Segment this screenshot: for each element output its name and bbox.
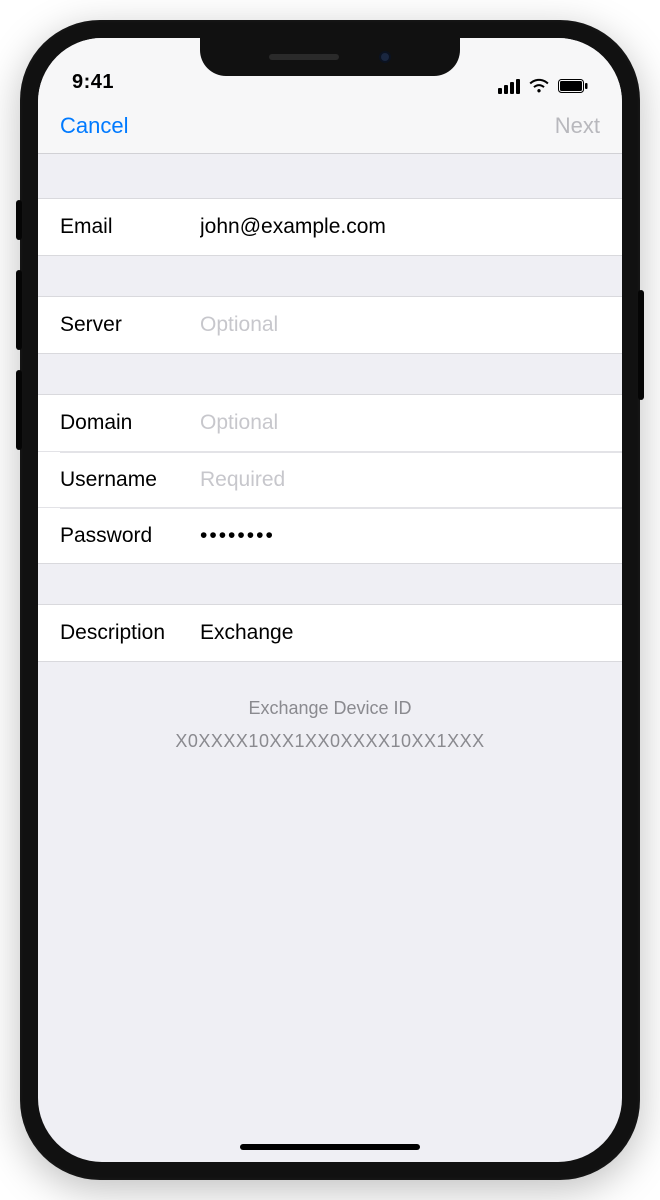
- home-indicator[interactable]: [240, 1144, 420, 1150]
- password-field[interactable]: [200, 524, 600, 548]
- device-id-title: Exchange Device ID: [38, 698, 622, 719]
- speaker-grille: [269, 54, 339, 60]
- status-icons: [498, 78, 588, 94]
- device-id-info: Exchange Device ID X0XXXX10XX1XX0XXXX10X…: [38, 662, 622, 752]
- phone-frame: 9:41 Cancel Next Email: [20, 20, 640, 1180]
- email-field[interactable]: [200, 215, 600, 239]
- description-row[interactable]: Description: [38, 605, 622, 661]
- form-content: Email Server Domain Username: [38, 154, 622, 752]
- volume-up-button: [16, 270, 22, 350]
- section-gap: [38, 256, 622, 296]
- credentials-group: Domain Username Password: [38, 394, 622, 564]
- server-field[interactable]: [200, 313, 600, 337]
- power-button: [638, 290, 644, 400]
- username-label: Username: [60, 468, 200, 492]
- server-group: Server: [38, 296, 622, 354]
- next-button[interactable]: Next: [555, 113, 600, 139]
- volume-down-button: [16, 370, 22, 450]
- nav-bar: Cancel Next: [38, 98, 622, 154]
- notch: [200, 38, 460, 76]
- status-time: 9:41: [72, 71, 114, 94]
- username-row[interactable]: Username: [38, 451, 622, 507]
- domain-label: Domain: [60, 411, 200, 435]
- email-row[interactable]: Email: [38, 199, 622, 255]
- password-label: Password: [60, 524, 200, 548]
- section-gap: [38, 564, 622, 604]
- battery-icon: [558, 79, 588, 93]
- description-group: Description: [38, 604, 622, 662]
- wifi-icon: [528, 78, 550, 94]
- domain-field[interactable]: [200, 411, 600, 435]
- email-group: Email: [38, 198, 622, 256]
- cellular-signal-icon: [498, 79, 520, 94]
- server-row[interactable]: Server: [38, 297, 622, 353]
- cancel-button[interactable]: Cancel: [60, 113, 128, 139]
- server-label: Server: [60, 313, 200, 337]
- description-label: Description: [60, 621, 200, 645]
- section-gap: [38, 154, 622, 198]
- description-field[interactable]: [200, 621, 600, 645]
- section-gap: [38, 354, 622, 394]
- email-label: Email: [60, 215, 200, 239]
- mute-switch: [16, 200, 22, 240]
- device-id-value: X0XXXX10XX1XX0XXXX10XX1XXX: [38, 731, 622, 752]
- username-field[interactable]: [200, 468, 600, 492]
- password-row[interactable]: Password: [38, 507, 622, 563]
- domain-row[interactable]: Domain: [38, 395, 622, 451]
- screen: 9:41 Cancel Next Email: [38, 38, 622, 1162]
- front-camera: [379, 51, 391, 63]
